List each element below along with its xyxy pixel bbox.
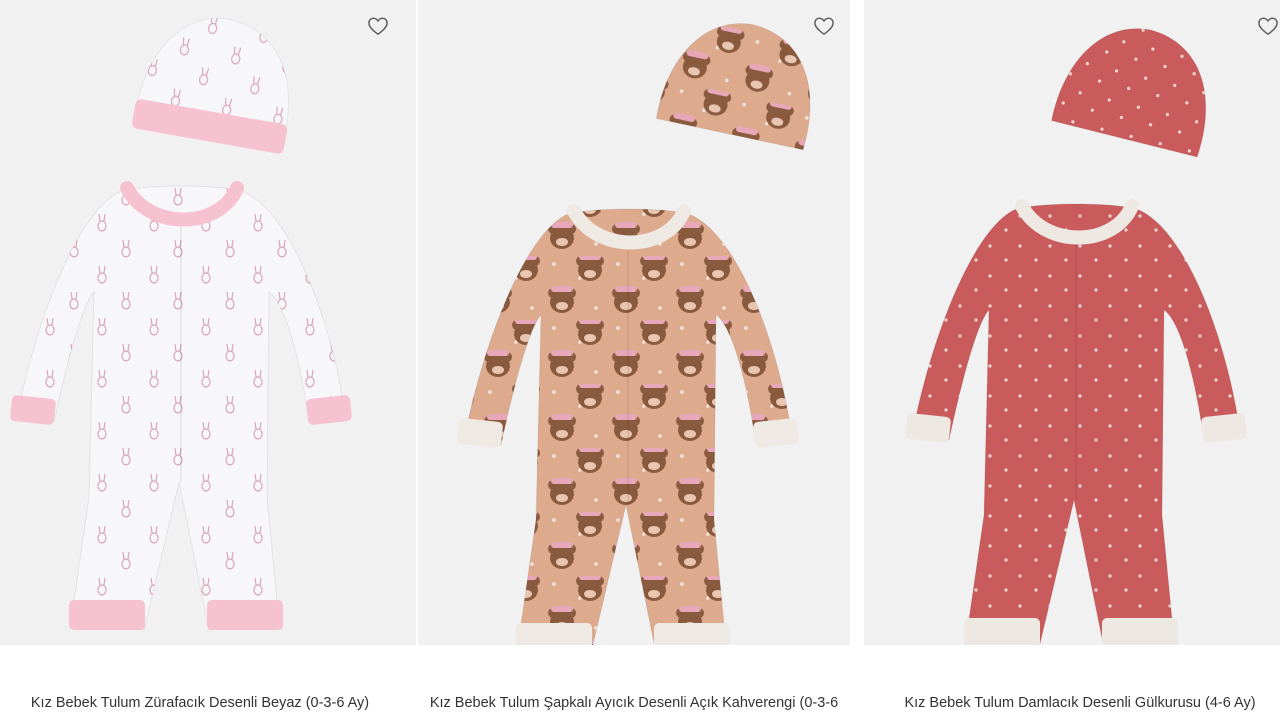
product-title[interactable]: Kız Bebek Tulum Damlacık Desenli Gülkuru… <box>864 690 1280 716</box>
favorite-heart-icon[interactable] <box>812 14 836 38</box>
product-image[interactable] <box>0 0 416 645</box>
favorite-heart-icon[interactable] <box>1256 14 1280 38</box>
onesie-hat-illustration <box>457 23 811 645</box>
product-title[interactable]: Kız Bebek Tulum Şapkalı Ayıcık Desenli A… <box>418 690 850 720</box>
product-card[interactable]: Kız Bebek Tulum Şapkalı Ayıcık Desenli A… <box>418 0 850 720</box>
onesie-hat-illustration <box>10 17 352 631</box>
product-image[interactable] <box>864 0 1280 645</box>
product-title[interactable]: Kız Bebek Tulum Zürafacık Desenli Beyaz … <box>0 690 416 716</box>
favorite-heart-icon[interactable] <box>366 14 390 38</box>
product-image[interactable] <box>418 0 850 645</box>
product-card[interactable]: Kız Bebek Tulum Zürafacık Desenli Beyaz … <box>0 0 416 720</box>
onesie-hat-illustration <box>905 28 1247 645</box>
product-card[interactable]: Kız Bebek Tulum Damlacık Desenli Gülkuru… <box>864 0 1280 720</box>
